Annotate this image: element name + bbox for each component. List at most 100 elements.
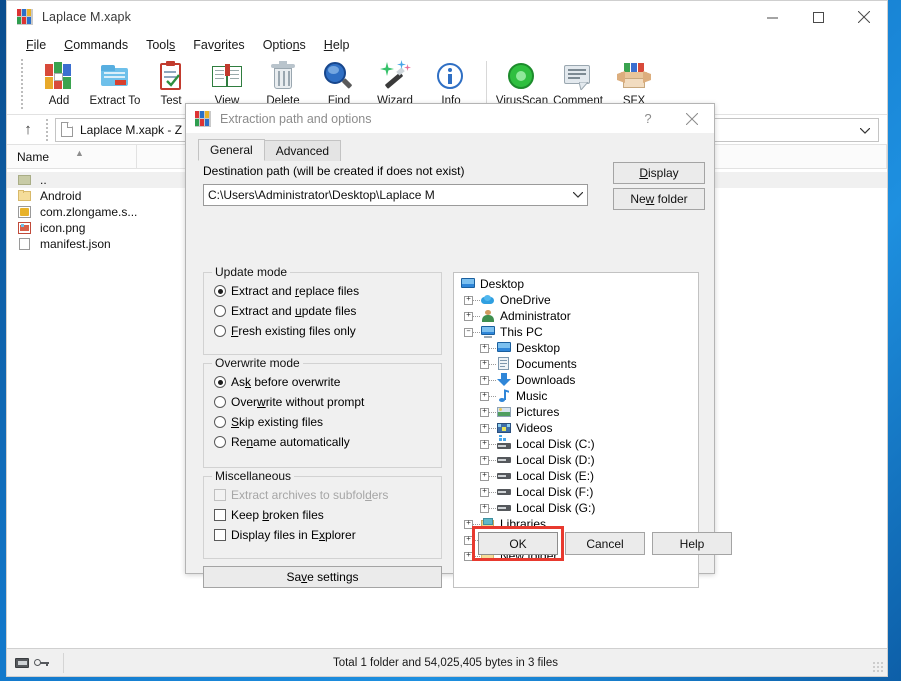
expander-plus-icon[interactable]: + <box>480 487 489 497</box>
expander-plus-icon[interactable]: + <box>480 455 489 465</box>
group-title: Update mode <box>212 265 291 279</box>
menu-file[interactable]: FFileile <box>17 36 55 54</box>
radio-skip-existing-files[interactable]: Skip existing files <box>204 412 441 432</box>
file-name: manifest.json <box>40 237 111 251</box>
toolbar-grip[interactable] <box>19 59 25 109</box>
cancel-button[interactable]: Cancel <box>565 532 645 555</box>
ok-button-annotation-highlight <box>472 526 564 561</box>
radio-overwrite-without-prompt[interactable]: Overwrite without prompt <box>204 392 441 412</box>
expander-plus-icon[interactable]: + <box>464 295 473 305</box>
menu-options[interactable]: Options <box>254 36 315 54</box>
tab-advanced[interactable]: Advanced <box>263 140 342 161</box>
videos-icon <box>496 421 512 435</box>
button-label: Cancel <box>586 536 624 551</box>
tree-item-downloads[interactable]: + Downloads <box>454 372 698 388</box>
destination-path-combobox[interactable]: C:\Users\Administrator\Desktop\Laplace M <box>203 184 588 206</box>
menu-commands[interactable]: Commands <box>55 36 137 54</box>
tree-item-this-pc[interactable]: – This PC <box>454 324 698 340</box>
expander-plus-icon[interactable]: + <box>480 343 489 353</box>
comment-icon <box>561 60 595 94</box>
toolbar-add-button[interactable]: Add <box>31 57 87 113</box>
menu-favorites[interactable]: Favorites <box>184 36 253 54</box>
window-controls <box>749 1 887 33</box>
drive-icon <box>496 501 512 515</box>
tree-item-desktop-child[interactable]: + Desktop <box>454 340 698 356</box>
tree-item-label: Documents <box>516 357 577 371</box>
tree-item-local-disk-c[interactable]: + Local Disk (C:) <box>454 435 698 452</box>
checkbox-indicator <box>214 489 226 501</box>
help-button[interactable]: Help <box>652 532 732 555</box>
help-question-icon[interactable]: ? <box>626 104 670 133</box>
display-button[interactable]: Display <box>613 162 705 184</box>
radio-indicator <box>214 376 226 388</box>
toolbar-label: Extract To <box>89 95 141 107</box>
dialog-tab-content: Destination path (will be created if doe… <box>195 160 732 588</box>
expander-plus-icon[interactable]: + <box>480 391 489 401</box>
winrar-icon <box>195 110 211 127</box>
extract-to-icon <box>98 60 132 94</box>
window-title: Laplace M.xapk <box>42 10 131 24</box>
maximize-icon[interactable] <box>795 1 841 33</box>
tree-item-desktop[interactable]: Desktop <box>454 276 698 292</box>
toolbar-extract-to-button[interactable]: Extract To <box>87 57 143 113</box>
close-icon[interactable] <box>670 104 714 133</box>
tree-item-documents[interactable]: + Documents <box>454 356 698 372</box>
radio-rename-automatically[interactable]: Rename automatically <box>204 432 441 452</box>
tree-item-videos[interactable]: + Videos <box>454 420 698 436</box>
resize-grip[interactable] <box>872 661 884 673</box>
menu-help[interactable]: Help <box>315 36 359 54</box>
tree-item-music[interactable]: + Music <box>454 388 698 404</box>
tree-item-local-disk-d[interactable]: + Local Disk (D:) <box>454 452 698 468</box>
archive-status-icon <box>15 657 29 668</box>
menu-tools[interactable]: Tools <box>137 36 184 54</box>
file-name: Android <box>40 189 82 203</box>
chevron-down-icon[interactable] <box>569 192 587 198</box>
chevron-down-icon[interactable] <box>859 123 871 137</box>
tree-connector <box>489 459 496 461</box>
expander-plus-icon[interactable]: + <box>480 439 489 449</box>
tree-item-local-disk-e[interactable]: + Local Disk (E:) <box>454 468 698 484</box>
address-bar-grip[interactable] <box>44 118 50 141</box>
tree-item-label: Music <box>516 389 548 403</box>
expander-plus-icon[interactable]: + <box>464 311 473 321</box>
tree-item-label: Videos <box>516 421 553 435</box>
up-arrow-icon[interactable]: ↑ <box>15 118 41 142</box>
radio-extract-and-update-files[interactable]: Extract and update files <box>204 301 441 321</box>
status-bar: Total 1 folder and 54,025,405 bytes in 3… <box>7 648 887 676</box>
expander-plus-icon[interactable]: + <box>480 359 489 369</box>
radio-indicator <box>214 325 226 337</box>
new-folder-button[interactable]: New folder <box>613 188 705 210</box>
expander-plus-icon[interactable]: + <box>480 423 489 433</box>
tree-item-local-disk-f[interactable]: + Local Disk (F:) <box>454 484 698 500</box>
overwrite-mode-group: Overwrite mode Ask before overwrite Over… <box>203 356 442 468</box>
close-icon[interactable] <box>841 1 887 33</box>
expander-plus-icon[interactable]: + <box>480 503 489 513</box>
destination-path-label: Destination path (will be created if doe… <box>203 164 465 178</box>
column-header-name[interactable]: Name ▲ <box>7 144 137 169</box>
tree-item-onedrive[interactable]: + OneDrive <box>454 292 698 308</box>
tree-item-pictures[interactable]: + Pictures <box>454 404 698 420</box>
radio-ask-before-overwrite[interactable]: Ask before overwrite <box>204 372 441 392</box>
expander-plus-icon[interactable]: + <box>480 471 489 481</box>
expander-plus-icon[interactable]: + <box>480 375 489 385</box>
tree-item-administrator[interactable]: + Administrator <box>454 308 698 324</box>
expander-minus-icon[interactable]: – <box>464 327 473 337</box>
minimize-icon[interactable] <box>749 1 795 33</box>
tree-connector <box>489 411 496 413</box>
window-titlebar: Laplace M.xapk <box>7 1 887 33</box>
save-settings-button[interactable]: Save settings <box>203 566 442 588</box>
tree-item-local-disk-g[interactable]: + Local Disk (G:) <box>454 500 698 516</box>
expander-plus-icon[interactable]: + <box>480 407 489 417</box>
tree-item-label: Pictures <box>516 405 560 419</box>
file-name: .. <box>40 173 47 187</box>
menubar: FFileile Commands Tools Favorites Option… <box>7 33 887 57</box>
checkbox-extract-archives-to-subfolders: Extract archives to subfolders <box>204 485 441 505</box>
update-mode-group: Update mode Extract and replace files Ex… <box>203 265 442 355</box>
info-icon <box>434 60 468 94</box>
tree-item-label: Desktop <box>516 341 561 355</box>
apk-file-icon <box>17 205 33 219</box>
radio-fresh-existing-files-only[interactable]: Fresh existing files only <box>204 321 441 341</box>
tab-general[interactable]: General <box>198 139 265 161</box>
radio-extract-and-replace-files[interactable]: Extract and replace files <box>204 281 441 301</box>
tree-item-label: Local Disk (C:) <box>516 437 595 451</box>
